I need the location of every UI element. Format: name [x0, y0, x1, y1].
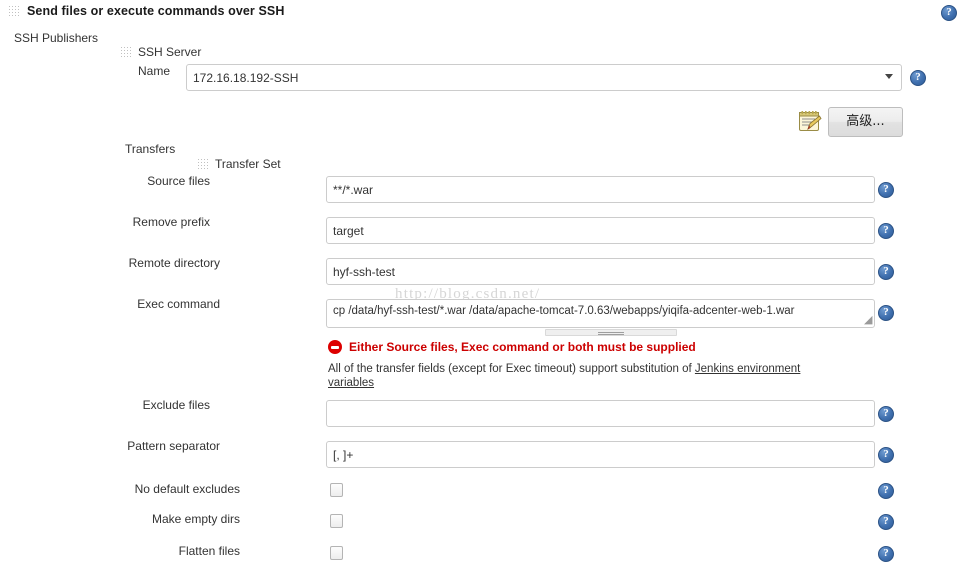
pattern-separator-label: Pattern separator — [127, 439, 220, 453]
help-icon-make-empty-dirs[interactable]: ? — [878, 514, 894, 530]
drag-grip-icon[interactable] — [8, 4, 20, 18]
make-empty-dirs-checkbox[interactable] — [330, 514, 343, 528]
transfer-fields-hint: All of the transfer fields (except for E… — [328, 362, 828, 390]
remove-prefix-label: Remove prefix — [132, 215, 210, 229]
page-title: Send files or execute commands over SSH — [27, 4, 285, 18]
transfers-label: Transfers — [125, 142, 176, 156]
source-files-input[interactable] — [326, 176, 875, 203]
hint-text: All of the transfer fields (except for E… — [328, 363, 695, 375]
remove-prefix-input[interactable] — [326, 217, 875, 244]
source-files-label: Source files — [147, 174, 210, 188]
drag-grip-icon-ssh-server[interactable] — [120, 45, 132, 59]
help-icon-source-files[interactable]: ? — [878, 182, 894, 198]
transfer-set-title: Transfer Set — [215, 157, 281, 171]
error-icon — [328, 340, 342, 354]
help-icon-flatten-files[interactable]: ? — [878, 546, 894, 562]
ssh-server-name-select-wrap: 172.16.18.192-SSH — [186, 64, 902, 91]
textarea-drag-bar[interactable] — [545, 329, 677, 336]
flatten-files-label: Flatten files — [178, 544, 240, 558]
pattern-separator-input[interactable] — [326, 441, 875, 468]
exclude-files-label: Exclude files — [142, 398, 210, 412]
ssh-publisher-config-page: Send files or execute commands over SSH … — [0, 0, 970, 574]
exclude-files-input[interactable] — [326, 400, 875, 427]
transfer-set-header: Transfer Set — [197, 157, 281, 171]
help-icon-section[interactable]: ? — [941, 5, 957, 21]
help-icon-remote-directory[interactable]: ? — [878, 264, 894, 280]
no-default-excludes-label: No default excludes — [134, 482, 240, 496]
ssh-server-header: SSH Server — [120, 45, 201, 59]
help-icon-exclude-files[interactable]: ? — [878, 406, 894, 422]
ssh-publishers-label: SSH Publishers — [14, 31, 99, 45]
exec-command-textarea[interactable] — [326, 299, 875, 328]
exec-command-label: Exec command — [137, 297, 220, 311]
help-icon-pattern-separator[interactable]: ? — [878, 447, 894, 463]
help-icon-no-default-excludes[interactable]: ? — [878, 483, 894, 499]
notepad-pencil-icon[interactable] — [798, 110, 822, 133]
advanced-button[interactable]: 高级... — [828, 107, 903, 137]
help-icon-ssh-server-name[interactable]: ? — [910, 70, 926, 86]
ssh-server-title: SSH Server — [138, 45, 202, 59]
remote-directory-label: Remote directory — [128, 256, 220, 270]
validation-error: Either Source files, Exec command or bot… — [328, 340, 696, 354]
ssh-server-name-select[interactable]: 172.16.18.192-SSH — [186, 64, 902, 91]
flatten-files-checkbox[interactable] — [330, 546, 343, 560]
validation-error-text: Either Source files, Exec command or bot… — [349, 340, 696, 354]
drag-grip-icon-transfer-set[interactable] — [197, 157, 209, 171]
remote-directory-input[interactable] — [326, 258, 875, 285]
no-default-excludes-checkbox[interactable] — [330, 483, 343, 497]
name-label: Name — [137, 64, 170, 78]
help-icon-remove-prefix[interactable]: ? — [878, 223, 894, 239]
make-empty-dirs-label: Make empty dirs — [151, 512, 240, 526]
section-header: Send files or execute commands over SSH — [8, 4, 284, 18]
help-icon-exec-command[interactable]: ? — [878, 305, 894, 321]
